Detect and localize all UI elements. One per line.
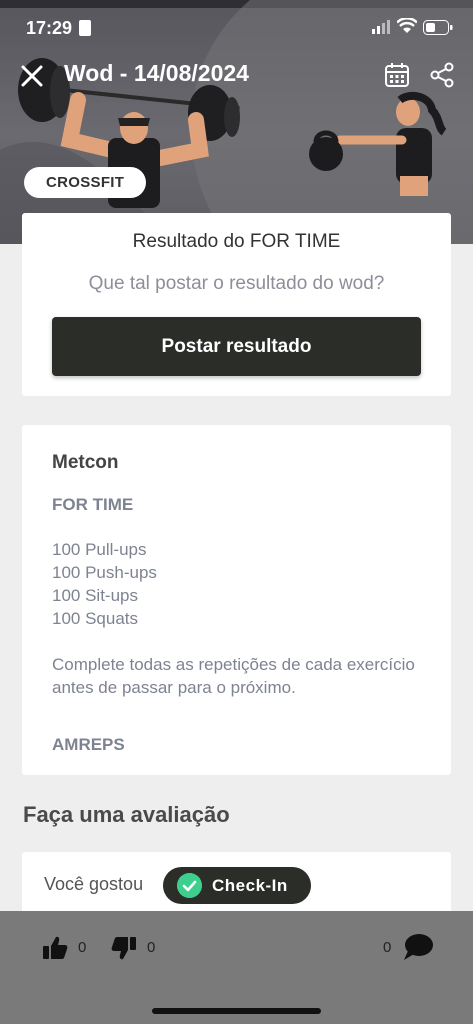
status-bar: 17:29: [0, 12, 473, 42]
metcon-title: Metcon: [52, 452, 119, 473]
check-in-button[interactable]: Check-In: [163, 867, 311, 904]
wifi-icon: [397, 18, 417, 33]
comment-count: 0: [383, 939, 392, 956]
bottom-action-bar: 0 0 0: [0, 911, 473, 1024]
page-title: Wod - 14/08/2024: [64, 60, 249, 86]
thumbs-up-icon[interactable]: [42, 935, 68, 961]
metcon-footer: AMREPS: [52, 735, 125, 754]
id-badge-icon: [79, 20, 91, 36]
result-title: Resultado do FOR TIME: [132, 231, 341, 252]
check-circle-icon: [177, 873, 202, 898]
metcon-description: Complete todas as repetições de cada exe…: [52, 655, 415, 697]
status-time: 17:29: [26, 18, 73, 38]
review-question: Você gostou: [44, 874, 144, 894]
check-in-label: Check-In: [212, 876, 288, 895]
metcon-type: FOR TIME: [52, 495, 134, 514]
signal-icon: [372, 20, 390, 34]
result-prompt: Que tal postar o resultado do wod?: [88, 273, 385, 294]
metcon-card: Metcon FOR TIME 100 Pull-ups 100 Push-up…: [22, 425, 451, 775]
share-icon[interactable]: [429, 62, 455, 88]
exercise-item: 100 Sit-ups: [52, 586, 138, 605]
calendar-icon[interactable]: [384, 62, 410, 88]
title-bar: Wod - 14/08/2024: [0, 56, 473, 96]
thumbs-down-icon[interactable]: [111, 935, 137, 961]
close-icon[interactable]: [18, 62, 46, 90]
dislike-count: 0: [147, 939, 156, 956]
result-card: Resultado do FOR TIME Que tal postar o r…: [22, 213, 451, 396]
category-tag: CROSSFIT: [24, 167, 147, 198]
home-indicator: [152, 1008, 321, 1014]
exercise-list: 100 Pull-ups 100 Push-ups 100 Sit-ups 10…: [52, 538, 157, 630]
review-section-title: Faça uma avaliação: [23, 802, 230, 827]
hero-header: 17:29 Wod - 14/08/2024 CROSSFIT: [0, 0, 473, 244]
exercise-item: 100 Squats: [52, 609, 139, 628]
exercise-item: 100 Pull-ups: [52, 540, 147, 559]
post-result-button[interactable]: Postar resultado: [52, 317, 421, 376]
like-count: 0: [78, 939, 87, 956]
battery-icon: [423, 20, 453, 35]
comment-icon[interactable]: [402, 933, 434, 961]
exercise-item: 100 Push-ups: [52, 563, 157, 582]
